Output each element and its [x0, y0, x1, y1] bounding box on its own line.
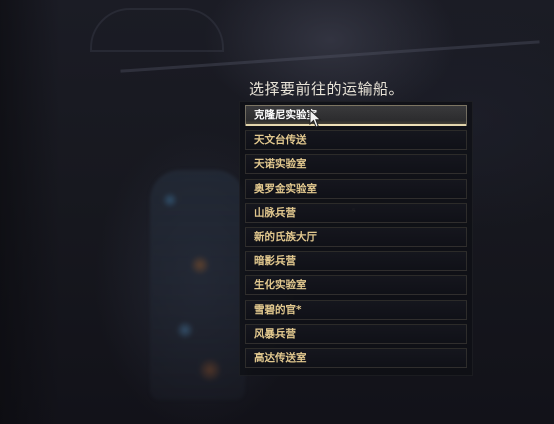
transport-option[interactable]: 天文台传送 [245, 130, 467, 151]
background-arch [90, 8, 224, 52]
transport-option[interactable]: 雪碧的官* [245, 299, 467, 320]
transport-option-list: 克隆尼实验室 天文台传送 天诺实验室 奥罗金实验室 山脉兵营 新的氏族大厅 暗影… [245, 105, 467, 372]
background-rail [120, 40, 540, 73]
transport-option[interactable]: 天诺实验室 [245, 154, 467, 175]
background-character [150, 170, 245, 400]
transport-option[interactable]: 高达传送室 [245, 347, 467, 368]
transport-option[interactable]: 山脉兵营 [245, 202, 467, 223]
transport-option[interactable]: 奥罗金实验室 [245, 178, 467, 199]
transport-option[interactable]: 生化实验室 [245, 275, 467, 296]
transport-option-selected[interactable]: 克隆尼实验室 [245, 105, 467, 126]
transport-option[interactable]: 风暴兵营 [245, 323, 467, 344]
transport-option[interactable]: 暗影兵营 [245, 251, 467, 272]
game-scene: 选择要前往的运输船。 克隆尼实验室 天文台传送 天诺实验室 奥罗金实验室 山脉兵… [0, 0, 554, 424]
background-shadow [0, 0, 60, 424]
transport-option[interactable]: 新的氏族大厅 [245, 226, 467, 247]
mouse-pointer-icon [309, 109, 322, 128]
menu-prompt: 选择要前往的运输船。 [249, 80, 405, 98]
